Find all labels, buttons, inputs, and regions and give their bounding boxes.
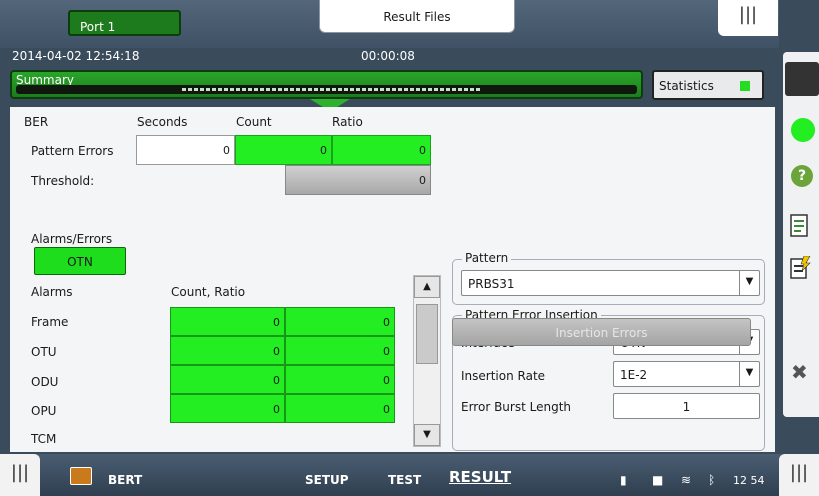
- scroll-thumb[interactable]: [416, 304, 438, 364]
- clock-time: 12 54: [733, 474, 765, 487]
- test-tab[interactable]: TEST: [388, 473, 421, 487]
- close-icon[interactable]: ✖: [791, 360, 808, 384]
- alarm-row-count: 0: [170, 307, 285, 336]
- pattern-errors-seconds: 0: [136, 135, 235, 165]
- chevron-down-icon: ▼: [739, 271, 759, 295]
- insertion-errors-button[interactable]: Insertion Errors: [452, 318, 751, 346]
- result-tab[interactable]: RESULT: [449, 468, 511, 486]
- summary-progress: [16, 85, 637, 94]
- insertion-rate-select[interactable]: 1E-2 ▼: [613, 361, 760, 387]
- alarm-row-label: ODU: [31, 375, 59, 389]
- threshold-label: Threshold:: [31, 174, 95, 188]
- count-ratio-col-label: Count, Ratio: [171, 285, 246, 299]
- quick-action-icon[interactable]: [789, 256, 811, 280]
- right-sidebar: ? ✖: [779, 0, 819, 496]
- alarms-scrollbar[interactable]: ▲ ▼: [413, 275, 441, 447]
- alarm-row-label: Frame: [31, 315, 69, 329]
- otn-button[interactable]: OTN: [34, 247, 126, 275]
- threshold-value: 0: [285, 165, 431, 195]
- pattern-errors-label: Pattern Errors: [31, 144, 114, 158]
- right-grip-handle[interactable]: |||: [779, 454, 819, 496]
- statistics-button[interactable]: Statistics: [652, 70, 764, 100]
- current-datetime: 2014-04-02 12:54:18: [12, 49, 140, 63]
- result-files-tab[interactable]: Result Files: [319, 0, 515, 33]
- elapsed-time: 00:00:08: [361, 49, 415, 63]
- battery-plug-icon: ▮: [620, 473, 627, 487]
- alarm-row-ratio: 0: [285, 307, 395, 336]
- scroll-up-icon[interactable]: ▲: [414, 276, 440, 298]
- ber-title: BER: [24, 115, 49, 129]
- alarm-row-count: 0: [170, 365, 285, 394]
- statistics-led-icon: [740, 81, 750, 91]
- bluetooth-icon: ᛒ: [708, 473, 716, 487]
- report-icon[interactable]: [789, 214, 811, 238]
- summary-progress-dots: [182, 88, 482, 91]
- port-1-tab[interactable]: Port 1: [68, 10, 181, 36]
- alarms-col-label: Alarms: [31, 285, 73, 299]
- scroll-down-icon[interactable]: ▼: [414, 424, 440, 446]
- chevron-down-icon: ▼: [739, 362, 759, 386]
- setup-tab[interactable]: SETUP: [305, 473, 349, 487]
- alarm-row-count: 0: [170, 394, 285, 423]
- alarm-row-label: TCM: [31, 432, 57, 446]
- alarm-row-ratio: 0: [285, 394, 395, 423]
- insertion-rate-label: Insertion Rate: [461, 369, 546, 383]
- alarms-errors-label: Alarms/Errors: [31, 232, 113, 246]
- pattern-select[interactable]: PRBS31 ▼: [461, 270, 760, 296]
- pattern-select-value: PRBS31: [468, 277, 515, 291]
- bert-app-icon[interactable]: [70, 467, 92, 485]
- error-burst-length-field[interactable]: 1: [613, 393, 760, 419]
- statistics-label: Statistics: [659, 79, 714, 93]
- alarm-row-ratio: 0: [285, 336, 395, 365]
- pattern-errors-ratio: 0: [332, 135, 431, 165]
- left-grip-handle[interactable]: |||: [0, 454, 40, 496]
- error-burst-length-label: Error Burst Length: [461, 400, 571, 414]
- wifi-icon: ≋: [681, 473, 692, 487]
- ber-col-count: Count: [236, 115, 272, 129]
- alarm-row-ratio: 0: [285, 365, 395, 394]
- insertion-rate-value: 1E-2: [620, 368, 648, 382]
- top-grip-handle[interactable]: |||: [718, 0, 778, 36]
- alarm-row-label: OPU: [31, 404, 57, 418]
- app-name-label: BERT: [108, 473, 143, 487]
- main-content: BER Seconds Count Ratio Pattern Errors 0…: [10, 107, 775, 452]
- sidebar-top-button[interactable]: [785, 62, 819, 96]
- ber-col-seconds: Seconds: [137, 115, 188, 129]
- bottom-bar: ||| BERT SETUP TEST RESULT ▮ ■ ≋ ᛒ 12 54…: [0, 454, 819, 496]
- usb-icon: ■: [652, 473, 664, 487]
- ber-col-ratio: Ratio: [332, 115, 363, 129]
- alarm-row-label: OTU: [31, 345, 57, 359]
- pattern-title: Pattern: [462, 251, 512, 265]
- pattern-errors-count: 0: [235, 135, 332, 165]
- alarm-row-count: 0: [170, 336, 285, 365]
- help-icon[interactable]: ?: [791, 165, 813, 187]
- summary-bar[interactable]: Summary: [10, 70, 643, 99]
- status-led-icon[interactable]: [791, 118, 815, 142]
